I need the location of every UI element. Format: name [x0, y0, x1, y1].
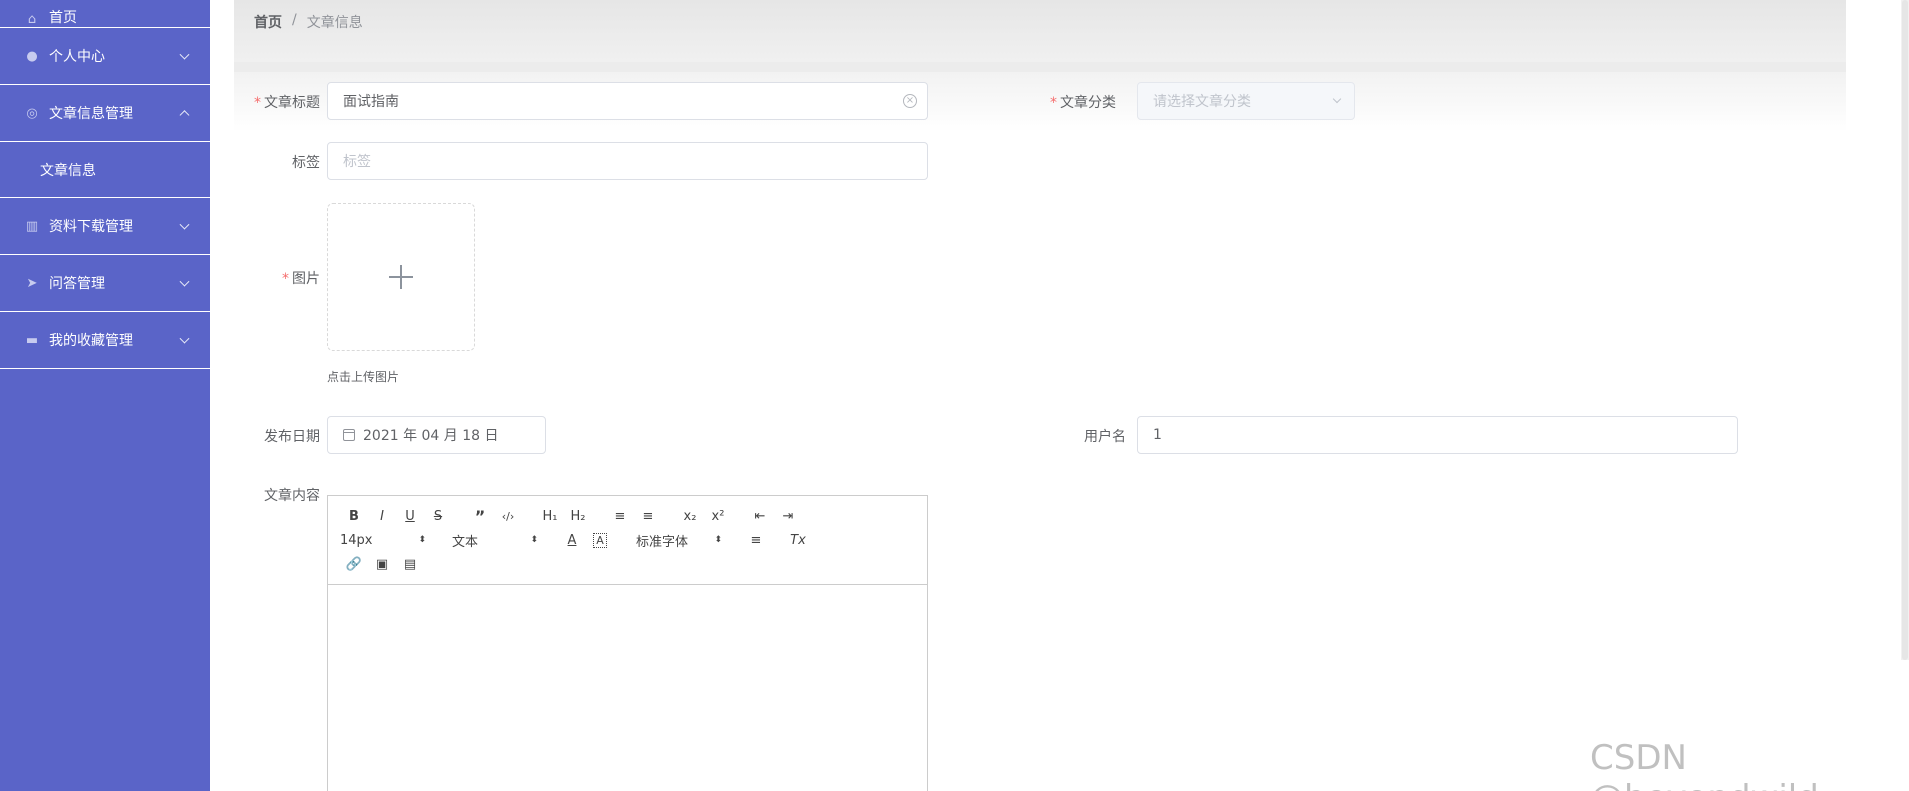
subscript-button[interactable]: x₂ — [676, 509, 704, 524]
plus-icon — [389, 265, 413, 289]
sidebar-item-label: 个人中心 — [49, 49, 105, 65]
paper-plane-icon: ➤ — [26, 275, 38, 291]
message-icon: ▬ — [25, 332, 39, 348]
upload-hint: 点击上传图片 — [327, 370, 400, 384]
sidebar-item-qa-management[interactable]: ➤ 问答管理 — [0, 255, 210, 312]
blockquote-button[interactable]: ” — [466, 507, 494, 526]
text-color-button[interactable]: A — [558, 533, 586, 548]
video-icon[interactable]: ▤ — [396, 557, 424, 572]
header-select[interactable]: 文本 ⬍ — [432, 531, 544, 550]
user-icon: ● — [26, 48, 38, 64]
username-input-value: 1 — [1153, 427, 1162, 443]
ordered-list-button[interactable]: ≡ — [606, 509, 634, 524]
chevron-down-icon — [179, 333, 190, 344]
sidebar-subitem-article-info[interactable]: 文章信息 — [0, 142, 210, 198]
sidebar-item-article-management[interactable]: ◎ 文章信息管理 — [0, 85, 210, 142]
code-block-button[interactable]: ‹/› — [494, 510, 522, 523]
font-family-select[interactable]: 标准字体 ⬍ — [628, 531, 728, 550]
tags-label: 标签 — [292, 155, 320, 171]
select-caret-icon: ⬍ — [418, 535, 426, 545]
title-input-value: 面试指南 — [343, 94, 399, 110]
scrollbar-thumb[interactable] — [1902, 0, 1908, 660]
strike-button[interactable]: S — [424, 509, 452, 524]
sidebar-item-download-management[interactable]: ▥ 资料下载管理 — [0, 198, 210, 255]
chevron-down-icon — [179, 219, 190, 230]
title-input[interactable]: 面试指南 × — [327, 82, 928, 120]
compass-icon: ◎ — [26, 105, 38, 121]
sidebar-item-label: 资料下载管理 — [49, 219, 133, 235]
chevron-up-icon — [179, 110, 190, 121]
header-divider — [234, 62, 1846, 72]
background-color-button[interactable]: A — [593, 532, 607, 548]
category-select-placeholder: 请选择文章分类 — [1153, 94, 1251, 110]
books-icon: ▥ — [25, 218, 39, 234]
content-label: 文章内容 — [264, 488, 320, 504]
font-size-select[interactable]: 14px ⬍ — [340, 533, 432, 548]
username-label: 用户名 — [1084, 429, 1126, 445]
tags-input[interactable]: 标签 — [327, 142, 928, 180]
superscript-button[interactable]: x² — [704, 509, 732, 524]
clear-icon[interactable]: × — [903, 94, 917, 108]
select-caret-icon: ⬍ — [714, 535, 722, 545]
calendar-icon — [343, 429, 355, 441]
watermark: CSDN @beyondwild — [1590, 738, 1819, 791]
sidebar-item-label: 我的收藏管理 — [49, 333, 133, 349]
sidebar-item-label: 首页 — [49, 10, 77, 26]
breadcrumb-home[interactable]: 首页 — [254, 12, 282, 32]
chevron-down-icon — [179, 276, 190, 287]
category-select[interactable]: 请选择文章分类 — [1137, 82, 1355, 120]
title-label: * 文章标题 — [254, 95, 320, 111]
required-mark: * — [1050, 95, 1057, 111]
sidebar-item-favorites-management[interactable]: ▬ 我的收藏管理 — [0, 312, 210, 369]
required-mark: * — [282, 271, 289, 287]
clear-format-button[interactable]: Tx — [784, 533, 812, 548]
select-caret-icon: ⬍ — [530, 535, 538, 545]
breadcrumb-separator: / — [292, 12, 297, 28]
header-2-button[interactable]: H₂ — [564, 509, 592, 524]
chevron-down-icon — [1332, 94, 1342, 104]
sidebar: ⌂ 首页 ● 个人中心 ◎ 文章信息管理 文章信息 ▥ 资料下载管理 ➤ 问答管… — [0, 0, 210, 791]
italic-button[interactable]: I — [368, 509, 396, 524]
editor-content-area[interactable] — [328, 585, 927, 791]
indent-button[interactable]: ⇥ — [774, 509, 802, 524]
underline-button[interactable]: U — [396, 509, 424, 524]
image-label: * 图片 — [282, 271, 320, 287]
date-label: 发布日期 — [264, 429, 320, 445]
outdent-button[interactable]: ⇤ — [746, 509, 774, 524]
breadcrumb-current: 文章信息 — [306, 15, 363, 31]
date-picker[interactable]: 2021 年 04 月 18 日 — [327, 416, 546, 454]
date-picker-value: 2021 年 04 月 18 日 — [363, 428, 499, 444]
align-button[interactable]: ≡ — [742, 533, 770, 548]
toolbar-row-2: 14px ⬍ 文本 ⬍ A A 标准字体 ⬍ ≡ Tx — [340, 528, 915, 552]
sidebar-item-home[interactable]: ⌂ 首页 — [0, 0, 210, 28]
sidebar-item-label: 文章信息 — [40, 162, 96, 179]
toolbar-row-1: B I U S ” ‹/› H₁ H₂ ≡ ≡ x₂ x² ⇤ ⇥ — [340, 504, 915, 528]
breadcrumb: 首页 / 文章信息 — [254, 12, 363, 32]
tags-input-placeholder: 标签 — [343, 154, 371, 170]
link-icon[interactable]: 🔗 — [340, 557, 368, 572]
required-mark: * — [254, 95, 261, 111]
header-1-button[interactable]: H₁ — [536, 509, 564, 524]
bold-button[interactable]: B — [340, 509, 368, 524]
sidebar-item-label: 问答管理 — [49, 276, 105, 292]
image-icon[interactable]: ▣ — [368, 557, 396, 572]
category-label: * 文章分类 — [1050, 95, 1116, 111]
toolbar-row-3: 🔗 ▣ ▤ — [340, 552, 915, 576]
breadcrumb-bar: 首页 / 文章信息 — [234, 0, 1846, 62]
image-uploader[interactable] — [327, 203, 475, 351]
sidebar-item-personal-center[interactable]: ● 个人中心 — [0, 28, 210, 85]
editor-toolbar: B I U S ” ‹/› H₁ H₂ ≡ ≡ x₂ x² ⇤ ⇥ 14px ⬍… — [328, 496, 927, 585]
username-input[interactable]: 1 — [1137, 416, 1738, 454]
bullet-list-button[interactable]: ≡ — [634, 509, 662, 524]
rich-text-editor: B I U S ” ‹/› H₁ H₂ ≡ ≡ x₂ x² ⇤ ⇥ 14px ⬍… — [327, 495, 928, 791]
sidebar-item-label: 文章信息管理 — [49, 106, 133, 122]
home-icon: ⌂ — [27, 11, 37, 27]
chevron-down-icon — [179, 49, 190, 60]
article-form: * 文章标题 面试指南 × * 文章分类 请选择文章分类 标签 标签 * 图片 点击上… — [234, 72, 1846, 791]
